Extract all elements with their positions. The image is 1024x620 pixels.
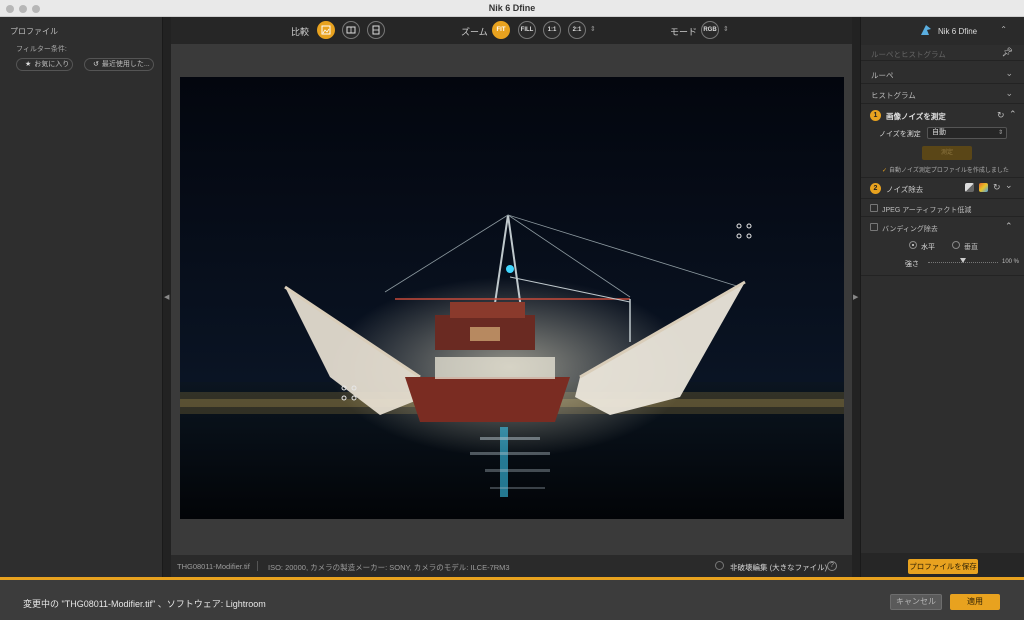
step-2-title[interactable]: ノイズ除去 xyxy=(886,184,923,195)
chevron-up-icon[interactable]: ⌃ xyxy=(1005,221,1013,232)
app-name: Nik 6 Dfine xyxy=(938,27,978,36)
controls-panel: Nik 6 Dfine ⌃ ルーペとヒストグラム 📌︎ ルーペ ⌄ ヒストグラム… xyxy=(860,17,1024,577)
chevron-down-icon[interactable]: ⌄ xyxy=(1005,180,1013,191)
apply-button[interactable]: 適用 xyxy=(950,594,1000,610)
file-name: THG08011-Modifier.tif xyxy=(177,562,250,571)
measure-button[interactable]: 測定 xyxy=(922,146,972,160)
preview-toolbar: 比較 ズーム FIT FILL 1:1 2:1 ⇕ モード RGB ⇕ xyxy=(171,17,852,44)
history-icon: ↺ xyxy=(93,61,99,68)
contrast-noise-icon[interactable] xyxy=(965,183,974,192)
star-icon: ★ xyxy=(25,61,32,68)
exif-metadata: ISO: 20000, カメラの製造メーカー: SONY, カメラのモデル: I… xyxy=(268,563,510,572)
chevron-right-icon: ▶ xyxy=(853,294,859,301)
filter-label: フィルター条件: xyxy=(16,46,67,53)
step-2-badge: 2 xyxy=(870,183,881,194)
split-view-icon xyxy=(346,26,356,34)
window-title: Nik 6 Dfine xyxy=(488,3,536,13)
horizontal-label: 水平 xyxy=(921,244,935,251)
measure-noise-select[interactable]: 自動 ⇕ xyxy=(927,127,1007,139)
vertical-label: 垂直 xyxy=(964,244,978,251)
jpeg-artifact-label: JPEG アーティファクト低減 xyxy=(882,207,972,214)
horizontal-radio[interactable] xyxy=(909,241,917,249)
compare-side-by-side-button[interactable] xyxy=(367,21,385,39)
help-icon[interactable]: ? xyxy=(827,561,837,571)
status-separator xyxy=(257,561,258,571)
bottom-bar: 変更中の "THG08011-Modifier.tif" 、ソフトウェア: Li… xyxy=(0,577,1024,620)
mode-stepper-icon[interactable]: ⇕ xyxy=(723,25,729,33)
checkmark-icon: ✓ xyxy=(882,168,888,174)
chevron-down-icon: ⌄ xyxy=(1005,88,1013,98)
compare-split-view-button[interactable] xyxy=(342,21,360,39)
step-1-badge: 1 xyxy=(870,110,881,121)
nondestructive-checkbox[interactable] xyxy=(715,561,724,570)
mode-label: モード xyxy=(670,27,698,37)
compare-label: 比較 xyxy=(291,27,310,37)
zoom-stepper-icon[interactable]: ⇕ xyxy=(590,25,596,33)
pin-icon[interactable]: 📌︎ xyxy=(1002,47,1013,58)
jpeg-artifact-checkbox[interactable] xyxy=(870,204,878,212)
cancel-button[interactable]: キャンセル xyxy=(890,594,942,610)
image-preview[interactable] xyxy=(180,77,844,519)
banding-checkbox[interactable] xyxy=(870,223,878,231)
zoom-2to1-button[interactable]: 2:1 xyxy=(568,21,586,39)
chevron-up-icon[interactable]: ⌃ xyxy=(1009,109,1017,120)
measure-noise-label: ノイズを測定 xyxy=(879,131,921,138)
filter-favorites-button[interactable]: ★ お気に入り xyxy=(16,58,73,71)
preview-area: 比較 ズーム FIT FILL 1:1 2:1 ⇕ モード RGB ⇕ THG0… xyxy=(171,17,852,577)
zoom-1to1-button[interactable]: 1:1 xyxy=(543,21,561,39)
strength-label: 強さ xyxy=(905,261,919,268)
save-profile-button[interactable]: プロファイルを保存 xyxy=(908,559,978,574)
editing-message: 変更中の "THG08011-Modifier.tif" 、ソフトウェア: Li… xyxy=(23,599,266,609)
profile-header[interactable]: プロファイル 0 ⇕ xyxy=(10,26,1024,586)
loupe-histogram-row[interactable]: ルーペとヒストグラム 📌︎ xyxy=(861,45,1024,61)
divider xyxy=(861,198,1024,199)
zoom-label: ズーム xyxy=(461,27,488,37)
strength-value: 100 % xyxy=(1002,259,1020,265)
title-bar: Nik 6 Dfine xyxy=(0,0,1024,17)
dfine-logo-icon xyxy=(921,25,931,35)
mode-rgb-button[interactable]: RGB xyxy=(701,21,719,39)
reset-icon[interactable]: ↻ xyxy=(997,110,1005,121)
side-by-side-icon xyxy=(372,25,380,35)
color-noise-icon[interactable] xyxy=(979,183,988,192)
left-panel-toggle[interactable]: ◀ xyxy=(163,17,171,577)
chevron-down-icon: ⌄ xyxy=(1005,68,1013,78)
zoom-fill-button[interactable]: FILL xyxy=(518,21,536,39)
nondestructive-label: 非破壊編集 (大きなファイル) xyxy=(730,563,828,572)
single-view-icon xyxy=(321,25,331,35)
collapse-panel-icon[interactable]: ⌃ xyxy=(1000,25,1007,34)
profile-label: プロファイル xyxy=(10,27,58,36)
strength-slider-handle[interactable] xyxy=(960,258,966,263)
vertical-radio[interactable] xyxy=(952,241,960,249)
loupe-section[interactable]: ルーペ ⌄ xyxy=(861,64,1024,84)
divider xyxy=(861,275,1024,276)
photo-boat-with-nets xyxy=(180,77,844,519)
select-arrows-icon: ⇕ xyxy=(997,130,1003,136)
right-panel-toggle[interactable]: ▶ xyxy=(852,17,860,577)
panel-header: Nik 6 Dfine ⌃ xyxy=(861,17,1024,45)
status-bar: THG08011-Modifier.tif ISO: 20000, カメラの製造… xyxy=(171,555,852,577)
profiles-panel: プロファイル 0 ⇕ フィルター条件: ★お気に入り ↺最近使用した... xyxy=(0,17,1024,586)
filter-recent-button[interactable]: ↺ 最近使用した... xyxy=(84,58,154,71)
histogram-section[interactable]: ヒストグラム ⌄ xyxy=(861,84,1024,104)
measure-note: ✓ 自動ノイズ測定プロファイルを作成しました xyxy=(882,168,1009,174)
compare-single-view-button[interactable] xyxy=(317,21,335,39)
zoom-fit-button[interactable]: FIT xyxy=(492,21,510,39)
banding-label: バンディング除去 xyxy=(882,226,938,233)
divider xyxy=(861,216,1024,217)
chevron-left-icon: ◀ xyxy=(164,294,170,301)
reset-icon[interactable]: ↻ xyxy=(993,182,1001,193)
step-1-title[interactable]: 画像ノイズを測定 xyxy=(886,111,946,122)
divider xyxy=(861,177,1024,178)
